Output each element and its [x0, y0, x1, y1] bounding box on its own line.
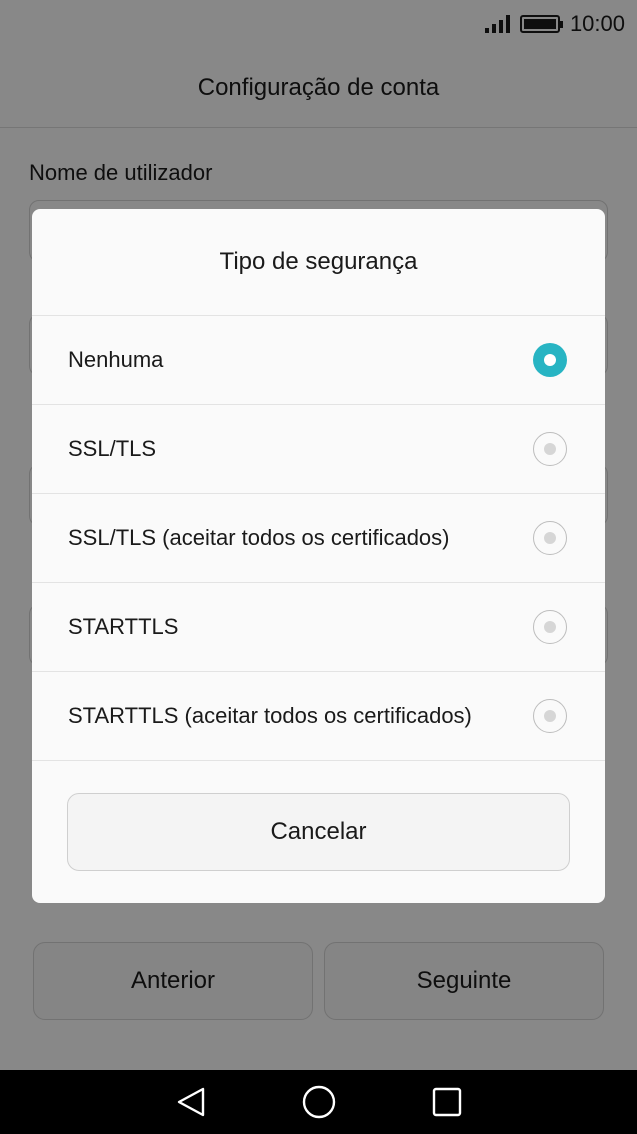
navigation-bar — [0, 1070, 637, 1134]
radio-unselected-icon[interactable] — [533, 610, 567, 644]
option-ssl-tls[interactable]: SSL/TLS — [32, 405, 605, 494]
radio-unselected-icon[interactable] — [533, 521, 567, 555]
radio-selected-icon[interactable] — [533, 343, 567, 377]
option-starttls[interactable]: STARTTLS — [32, 583, 605, 672]
option-label: SSL/TLS (aceitar todos os certificados) — [68, 525, 450, 550]
recents-square-icon[interactable] — [432, 1087, 462, 1117]
dialog-title: Tipo de segurança — [32, 209, 605, 316]
radio-unselected-icon[interactable] — [533, 432, 567, 466]
cancel-button[interactable]: Cancelar — [67, 793, 570, 871]
option-starttls-accept-all[interactable]: STARTTLS (aceitar todos os certificados) — [32, 672, 605, 761]
radio-unselected-icon[interactable] — [533, 699, 567, 733]
option-label: STARTTLS (aceitar todos os certificados) — [68, 703, 472, 728]
option-none[interactable]: Nenhuma — [32, 316, 605, 405]
home-circle-icon[interactable] — [302, 1085, 336, 1119]
option-label: Nenhuma — [68, 347, 164, 372]
option-label: STARTTLS — [68, 614, 179, 639]
option-ssl-tls-accept-all[interactable]: SSL/TLS (aceitar todos os certificados) — [32, 494, 605, 583]
back-triangle-icon[interactable] — [176, 1086, 206, 1118]
security-type-dialog: Tipo de segurança Nenhuma SSL/TLS SSL/TL… — [32, 209, 605, 903]
option-label: SSL/TLS — [68, 436, 157, 461]
